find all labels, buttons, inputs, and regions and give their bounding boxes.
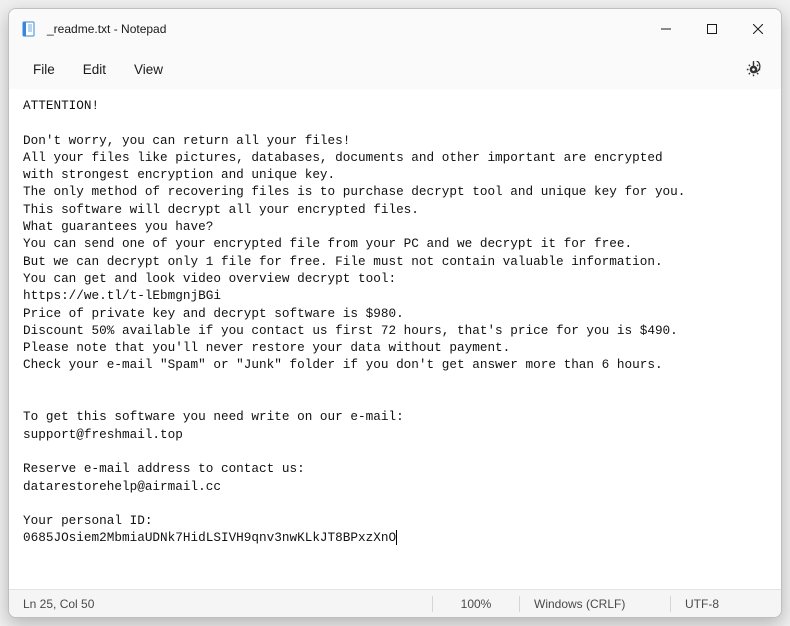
status-encoding: UTF-8 [671, 590, 781, 617]
menu-edit[interactable]: Edit [69, 56, 120, 83]
document-text: ATTENTION! Don't worry, you can return a… [23, 98, 685, 545]
settings-button[interactable] [735, 53, 771, 85]
status-zoom[interactable]: 100% [433, 590, 519, 617]
menu-file[interactable]: File [19, 56, 69, 83]
close-button[interactable] [735, 9, 781, 49]
status-position: Ln 25, Col 50 [9, 590, 189, 617]
gear-icon [745, 61, 762, 78]
titlebar: _readme.txt - Notepad [9, 9, 781, 49]
text-area[interactable]: ATTENTION! Don't worry, you can return a… [9, 89, 781, 589]
window-controls [643, 9, 781, 49]
status-line-ending: Windows (CRLF) [520, 590, 670, 617]
text-caret [396, 530, 397, 545]
notepad-window: _readme.txt - Notepad File Edit View [8, 8, 782, 618]
statusbar: Ln 25, Col 50 100% Windows (CRLF) UTF-8 [9, 589, 781, 617]
menubar: File Edit View [9, 49, 781, 89]
window-title: _readme.txt - Notepad [47, 22, 643, 36]
menu-view[interactable]: View [120, 56, 177, 83]
maximize-button[interactable] [689, 9, 735, 49]
notepad-icon [21, 21, 37, 37]
minimize-button[interactable] [643, 9, 689, 49]
